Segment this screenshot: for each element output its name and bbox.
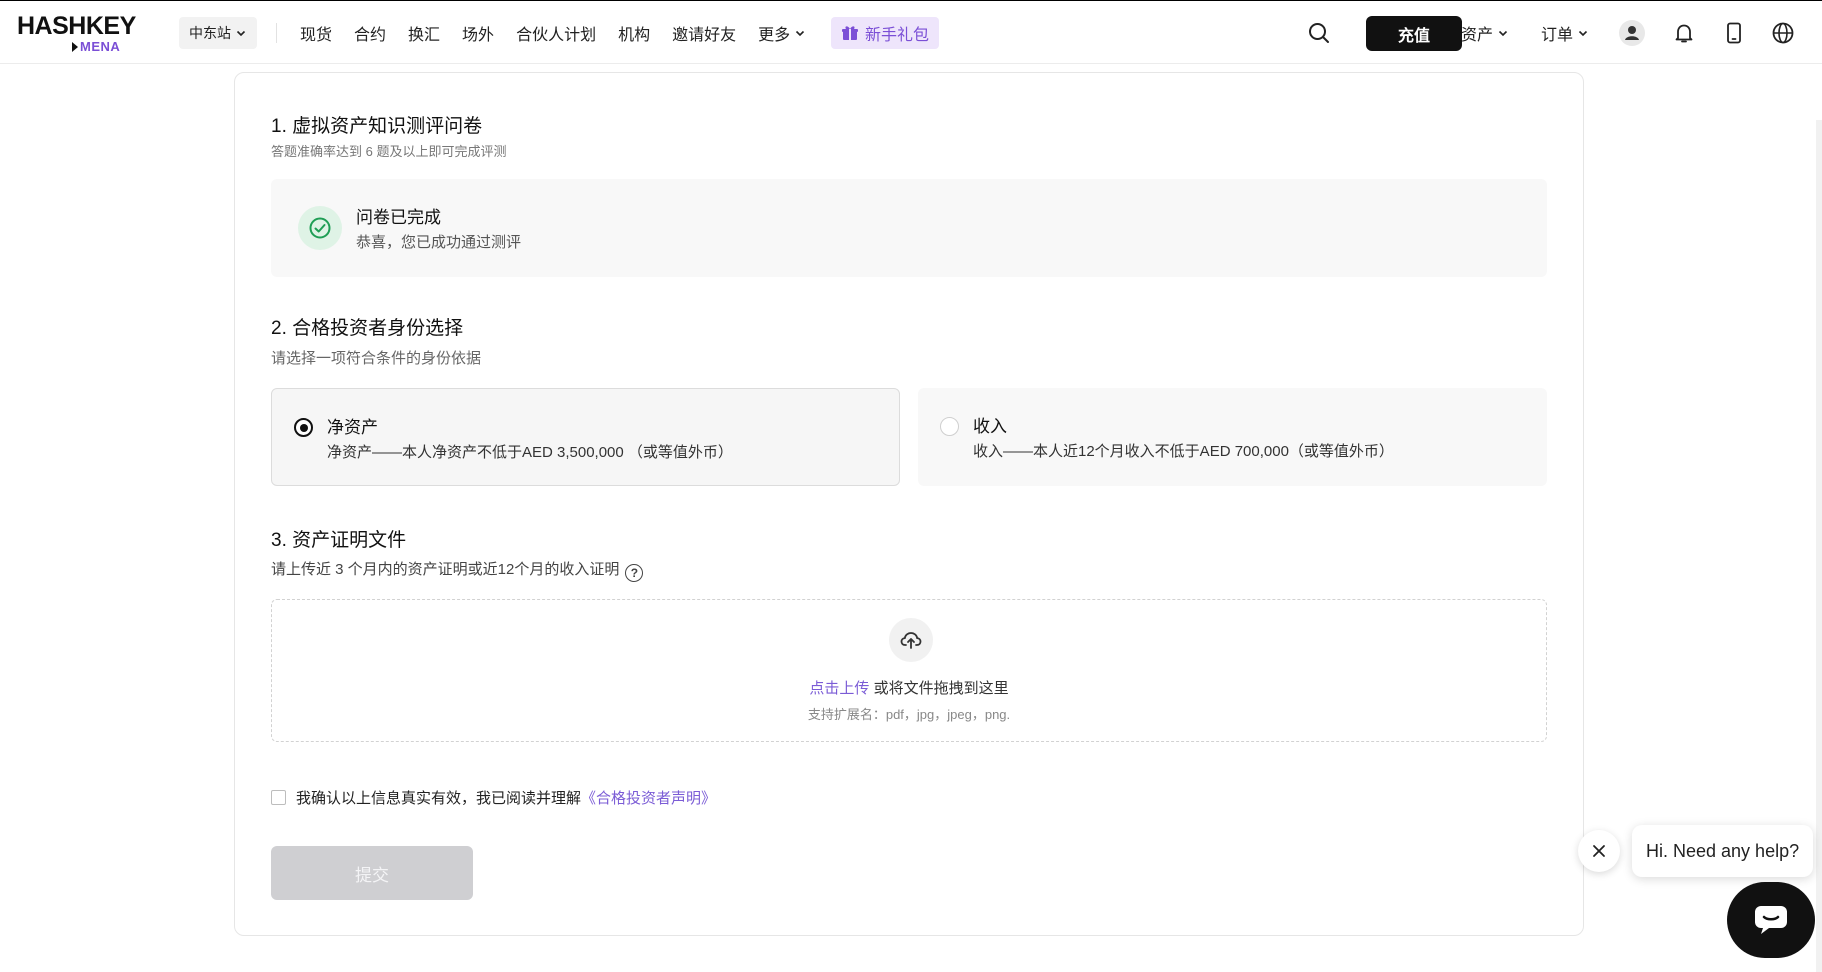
region-selector[interactable]: 中东站 bbox=[179, 17, 257, 49]
nav-spot[interactable]: 现货 bbox=[300, 21, 332, 45]
logo-text: HASHKEY bbox=[17, 12, 136, 40]
main-nav: 现货 合约 换汇 场外 合伙人计划 机构 邀请好友 更多 bbox=[300, 1, 828, 65]
questionnaire-done-title: 问卷已完成 bbox=[356, 208, 441, 227]
chat-greeting-bubble[interactable]: Hi. Need any help? bbox=[1632, 825, 1814, 877]
investor-qualification-card: 1. 虚拟资产知识测评问卷 答题准确率达到 6 题及以上即可完成评测 问卷已完成… bbox=[234, 72, 1584, 936]
nav-more[interactable]: 更多 bbox=[758, 21, 806, 45]
assets-menu[interactable]: 资产 bbox=[1461, 1, 1509, 65]
agreement-row: 我确认以上信息真实有效，我已阅读并理解 《合格投资者声明》 bbox=[271, 787, 716, 808]
drag-text: 或将文件拖拽到这里 bbox=[869, 680, 1009, 697]
chevron-down-icon bbox=[1578, 30, 1588, 37]
click-upload-link[interactable]: 点击上传 bbox=[809, 680, 869, 697]
orders-menu[interactable]: 订单 bbox=[1541, 1, 1589, 65]
nav-futures[interactable]: 合约 bbox=[354, 21, 386, 45]
radio-income[interactable] bbox=[940, 417, 959, 436]
section3-subtitle-row: 请上传近 3 个月内的资产证明或近12个月的收入证明? bbox=[271, 558, 644, 582]
nav-invite[interactable]: 邀请好友 bbox=[672, 21, 736, 45]
help-question-icon[interactable]: ? bbox=[625, 564, 644, 582]
globe-icon[interactable] bbox=[1769, 19, 1797, 47]
chat-close-button[interactable] bbox=[1578, 830, 1620, 872]
radio-net-assets[interactable] bbox=[294, 418, 313, 437]
gift-label: 新手礼包 bbox=[865, 27, 930, 44]
section1-subtitle: 答题准确率达到 6 题及以上即可完成评测 bbox=[271, 144, 507, 159]
chevron-down-icon bbox=[1498, 30, 1508, 37]
supported-extensions-hint: 支持扩展名：pdf，jpg，jpeg，png. bbox=[807, 707, 1011, 722]
bell-icon[interactable] bbox=[1670, 19, 1698, 47]
nav-partner[interactable]: 合伙人计划 bbox=[516, 21, 596, 45]
check-circle-icon bbox=[298, 206, 342, 250]
gift-icon bbox=[842, 26, 858, 40]
nav-exchange[interactable]: 换汇 bbox=[408, 21, 440, 45]
option-description: 收入——本人近12个月收入不低于AED 700,000（或等值外币） bbox=[973, 443, 1394, 460]
option-title: 收入 bbox=[973, 417, 1007, 436]
divider bbox=[276, 23, 277, 43]
logo-subtext: MENA bbox=[72, 39, 120, 54]
region-label: 中东站 bbox=[189, 25, 231, 41]
chat-launcher-button[interactable] bbox=[1727, 882, 1815, 958]
chat-icon bbox=[1755, 906, 1787, 934]
option-title: 净资产 bbox=[327, 418, 378, 437]
questionnaire-status-box: 问卷已完成 恭喜，您已成功通过测评 bbox=[271, 179, 1547, 277]
agreement-checkbox[interactable] bbox=[271, 790, 286, 805]
top-navigation-bar: HASHKEY MENA 中东站 现货 合约 换汇 场外 合伙人计划 机构 邀请… bbox=[0, 0, 1822, 64]
nav-otc[interactable]: 场外 bbox=[462, 21, 494, 45]
close-icon bbox=[1593, 845, 1605, 857]
cloud-upload-icon bbox=[889, 618, 933, 662]
nav-institution[interactable]: 机构 bbox=[618, 21, 650, 45]
section3-subtitle: 请上传近 3 个月内的资产证明或近12个月的收入证明 bbox=[271, 561, 620, 578]
user-icon[interactable] bbox=[1618, 19, 1646, 47]
section1-title: 1. 虚拟资产知识测评问卷 bbox=[271, 116, 483, 137]
hashkey-logo[interactable]: HASHKEY MENA bbox=[17, 12, 136, 55]
upload-instruction: 点击上传 或将文件拖拽到这里 bbox=[272, 677, 1546, 698]
chevron-down-icon bbox=[236, 30, 246, 37]
deposit-button[interactable]: 充值 bbox=[1366, 16, 1462, 51]
section3-title: 3. 资产证明文件 bbox=[271, 530, 407, 551]
questionnaire-done-subtitle: 恭喜，您已成功通过测评 bbox=[356, 234, 522, 251]
agreement-text: 我确认以上信息真实有效，我已阅读并理解 bbox=[296, 790, 582, 807]
file-upload-dropzone[interactable]: 点击上传 或将文件拖拽到这里 支持扩展名：pdf，jpg，jpeg，png. bbox=[271, 599, 1547, 742]
option-income[interactable]: 收入 收入——本人近12个月收入不低于AED 700,000（或等值外币） bbox=[918, 388, 1547, 486]
search-icon[interactable] bbox=[1305, 19, 1333, 47]
newbie-gift-button[interactable]: 新手礼包 bbox=[831, 17, 940, 49]
investor-declaration-link[interactable]: 《合格投资者声明》 bbox=[581, 787, 716, 808]
section2-subtitle: 请选择一项符合条件的身份依据 bbox=[271, 350, 482, 367]
option-net-assets[interactable]: 净资产 净资产——本人净资产不低于AED 3,500,000 （或等值外币） bbox=[271, 388, 900, 486]
submit-button[interactable]: 提交 bbox=[271, 846, 473, 900]
chevron-down-icon bbox=[796, 30, 805, 37]
section2-title: 2. 合格投资者身份选择 bbox=[271, 318, 464, 339]
mobile-icon[interactable] bbox=[1720, 19, 1748, 47]
option-description: 净资产——本人净资产不低于AED 3,500,000 （或等值外币） bbox=[327, 444, 733, 461]
page-scrollbar[interactable] bbox=[1816, 120, 1822, 972]
